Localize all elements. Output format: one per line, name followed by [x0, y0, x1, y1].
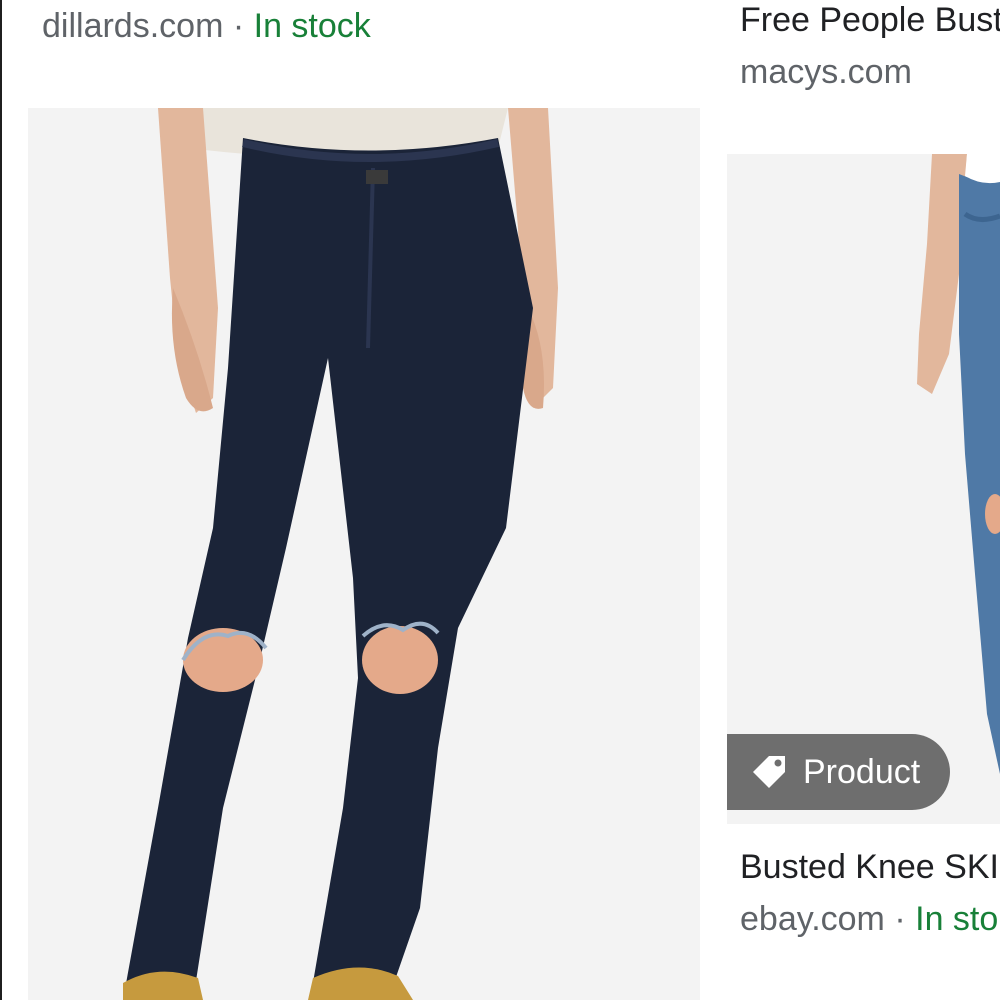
meta-separator: ·: [894, 900, 906, 938]
right-card-bottom-title[interactable]: Busted Knee SKI: [740, 847, 999, 887]
left-card-meta: dillards.com · In stock: [42, 6, 371, 46]
right-card-product-image[interactable]: [727, 154, 1000, 824]
tag-icon: [753, 756, 785, 788]
product-badge: Product: [727, 734, 950, 810]
viewport-edge: [0, 0, 2, 1000]
right-card-bottom-stock-status: In sto: [915, 900, 999, 938]
right-card-bottom-source[interactable]: ebay.com: [740, 900, 885, 938]
left-card-source[interactable]: dillards.com: [42, 7, 223, 45]
left-card-stock-status: In stock: [253, 7, 371, 45]
dark-jeans-image: [28, 108, 700, 1000]
right-card-top-title[interactable]: Free People Bust: [740, 0, 1000, 40]
left-card-product-image[interactable]: [28, 108, 700, 1000]
product-badge-label: Product: [803, 752, 921, 791]
meta-separator: ·: [232, 7, 245, 45]
right-card-bottom-meta: ebay.com · In sto: [740, 899, 998, 939]
right-card-top-source[interactable]: macys.com: [740, 52, 912, 92]
light-jeans-image: [727, 154, 1000, 824]
shopping-results-page: dillards.com · In stock Free People Bust…: [0, 0, 1000, 1000]
